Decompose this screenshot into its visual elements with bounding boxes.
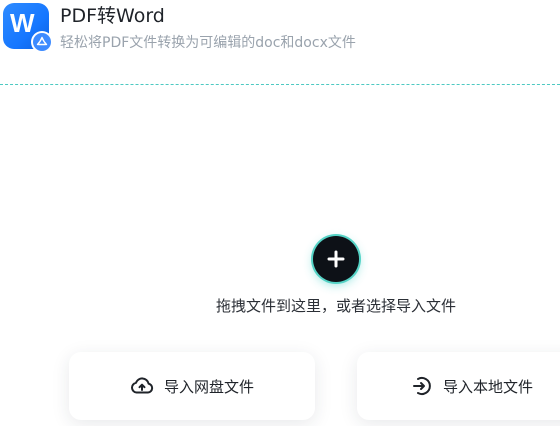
page-subtitle: 轻松将PDF文件转换为可编辑的doc和docx文件 [60,35,356,51]
drop-hint-text: 拖拽文件到这里，或者选择导入文件 [215,297,456,315]
page-title: PDF转Word [60,5,165,27]
import-cloud-label: 导入网盘文件 [163,377,254,396]
add-file-button[interactable] [313,236,359,282]
import-arrow-icon [411,375,433,397]
import-cloud-file-button[interactable]: 导入网盘文件 [69,352,315,420]
import-local-file-button[interactable]: 导入本地文件 [357,352,560,420]
cloud-upload-icon [130,376,154,396]
plus-icon [327,250,345,268]
import-local-label: 导入本地文件 [442,377,533,396]
word-app-icon: W [3,3,53,53]
pdf-badge-icon [31,31,53,53]
dashed-divider [0,84,560,85]
app-icon-letter: W [10,8,35,38]
